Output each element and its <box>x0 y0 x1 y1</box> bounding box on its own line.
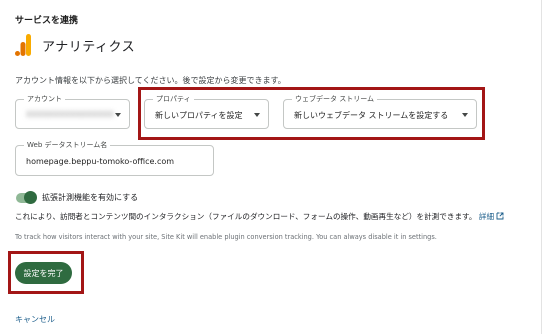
service-name: アナリティクス <box>42 39 136 55</box>
web-stream-name-value: homepage.beppu-tomoko-office.com <box>26 157 175 166</box>
account-select-value: XXXXXXXXXXXXXXXX <box>26 110 114 119</box>
enhanced-measurement-row: 拡張計測機能を有効にする <box>16 190 139 204</box>
enhanced-measurement-label: 拡張計測機能を有効にする <box>42 193 139 202</box>
learn-more-link[interactable]: 詳細 <box>479 212 494 221</box>
enhanced-measurement-description: これにより、訪問者とコンテンツ間のインタラクション（ファイルのダウンロード、フォ… <box>15 211 504 222</box>
intro-text: アカウント情報を以下から選択してください。後で設定から変更できます。 <box>15 76 286 85</box>
section-title: サービスを連携 <box>15 16 79 26</box>
cancel-link[interactable]: キャンセル <box>15 314 55 325</box>
highlight-box-selects <box>138 87 485 140</box>
setup-card: サービスを連携 アナリティクス アカウント情報を以下から選択してください。後で設… <box>0 0 542 334</box>
toggle-knob <box>24 190 37 204</box>
google-analytics-bars-icon <box>15 34 31 56</box>
service-header: アナリティクス <box>15 34 135 56</box>
account-select[interactable]: アカウント XXXXXXXXXXXXXXXX <box>15 94 130 129</box>
enhanced-measurement-toggle[interactable] <box>16 190 37 204</box>
conversion-tracking-note: To track how visitors interact with your… <box>15 233 437 241</box>
external-link-icon[interactable] <box>496 212 504 222</box>
web-stream-name-label: Web データストリーム名 <box>24 140 111 150</box>
web-stream-name-field[interactable]: Web データストリーム名 homepage.beppu-tomoko-offi… <box>15 140 214 176</box>
highlight-box-complete <box>8 251 84 294</box>
account-select-label: アカウント <box>24 94 65 104</box>
caret-down-icon <box>115 113 121 117</box>
description-text: これにより、訪問者とコンテンツ間のインタラクション（ファイルのダウンロード、フォ… <box>15 212 477 221</box>
